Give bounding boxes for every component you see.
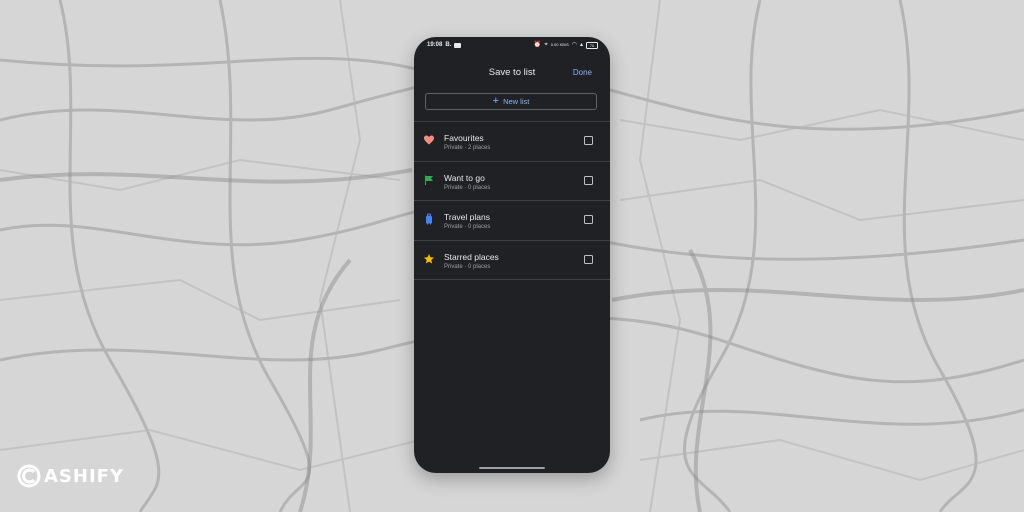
home-indicator[interactable] xyxy=(479,467,545,469)
cashify-logo-icon xyxy=(17,464,41,488)
list-item-meta: Private · 0 places xyxy=(444,184,491,191)
new-list-label: New list xyxy=(503,97,530,106)
list-item-want-to-go[interactable]: Want to go Private · 0 places xyxy=(414,162,610,201)
list-item-title: Travel plans xyxy=(444,212,490,222)
plus-icon: + xyxy=(492,95,500,107)
list-item-checkbox[interactable] xyxy=(584,136,593,145)
list-item-checkbox[interactable] xyxy=(584,254,593,264)
list-item-meta: Private · 2 places xyxy=(444,145,491,151)
status-right: ⏰ ⌖ 0.00 KB/S ◠ ▴ 70 xyxy=(534,37,598,53)
list-item-title: Favourites xyxy=(444,133,484,143)
alarm-icon: ⏰ xyxy=(533,42,542,48)
new-list-button[interactable]: + New list xyxy=(425,93,597,110)
battery-icon: 70 xyxy=(586,41,598,49)
phone-screen: 19:08 B. ⏰ ⌖ 0.00 KB/S ◠ ▴ 70 Save to li… xyxy=(414,37,610,473)
status-bar: 19:08 B. ⏰ ⌖ 0.00 KB/S ◠ ▴ 70 xyxy=(414,37,610,53)
dialog-header: Save to list Done xyxy=(414,61,610,85)
cashify-watermark: ASHIFY xyxy=(17,464,124,488)
list-item-checkbox[interactable] xyxy=(584,175,593,185)
signal-icon: ▴ xyxy=(579,42,583,48)
saved-lists: Favourites Private · 2 places Want to go… xyxy=(414,121,610,280)
status-left: 19:08 B. xyxy=(427,37,462,53)
suitcase-icon xyxy=(426,213,432,225)
list-item-meta: Private · 0 places xyxy=(444,224,491,230)
done-button[interactable]: Done xyxy=(573,68,592,77)
heart-icon xyxy=(424,135,434,145)
list-item-starred-places[interactable]: Starred places Private · 0 places xyxy=(414,241,610,280)
flag-icon xyxy=(425,175,433,185)
list-item-title: Starred places xyxy=(444,251,499,262)
list-item-travel-plans[interactable]: Travel plans Private · 0 places xyxy=(414,201,610,241)
wifi-icon: ◠ xyxy=(571,42,577,48)
status-time: 19:08 xyxy=(427,42,443,48)
list-item-checkbox[interactable] xyxy=(584,215,593,224)
star-icon xyxy=(424,253,434,263)
network-speed: 0.00 KB/S xyxy=(550,42,569,47)
list-item-title: Want to go xyxy=(444,172,485,183)
notification-icon xyxy=(454,42,462,48)
status-app-icon: B. xyxy=(445,42,452,48)
list-item-meta: Private · 0 places xyxy=(444,263,491,270)
location-icon: ⌖ xyxy=(544,42,548,48)
watermark-text: ASHIFY xyxy=(44,465,124,487)
list-item-favourites[interactable]: Favourites Private · 2 places xyxy=(414,122,610,162)
